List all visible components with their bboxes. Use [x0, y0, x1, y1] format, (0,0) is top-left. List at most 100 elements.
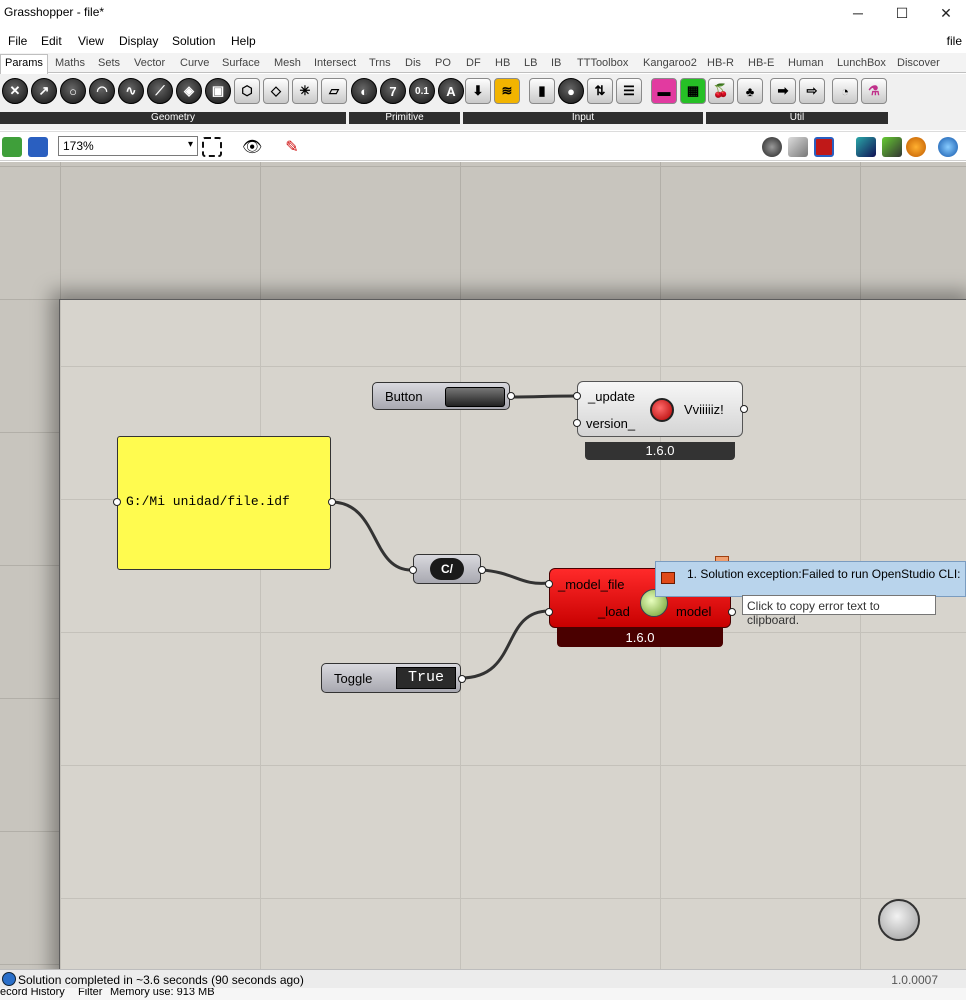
menu-help[interactable]: Help [231, 34, 256, 48]
input-port-update[interactable] [573, 392, 581, 400]
flask-icon[interactable]: ⚗ [861, 78, 887, 104]
sketch-icon[interactable]: ✎ [282, 137, 302, 157]
button-component[interactable]: Button [372, 382, 515, 410]
tab-lunchbox[interactable]: LunchBox [837, 57, 886, 69]
field-icon[interactable]: ✳ [292, 78, 318, 104]
mesh-settings-icon[interactable] [882, 137, 902, 157]
panel-output-port[interactable] [328, 498, 336, 506]
document-name[interactable]: file [947, 34, 962, 48]
open-file-icon[interactable] [2, 137, 22, 157]
vector-icon[interactable]: ↗ [31, 78, 57, 104]
preview-selected-icon[interactable] [814, 137, 834, 157]
path-input-port[interactable] [409, 566, 417, 574]
output-port-model[interactable] [728, 608, 736, 616]
path-output-port[interactable] [478, 566, 486, 574]
line-icon[interactable]: ⟋ [147, 78, 173, 104]
menu-display[interactable]: Display [119, 34, 158, 48]
gradient-icon[interactable]: ≋ [494, 78, 520, 104]
menu-view[interactable]: View [78, 34, 104, 48]
tab-intersect[interactable]: Intersect [314, 57, 356, 69]
list-icon[interactable]: ☰ [616, 78, 642, 104]
mesh-icon[interactable]: ◇ [263, 78, 289, 104]
boolean-icon[interactable]: ◐ [351, 78, 377, 104]
tab-params[interactable]: Params [0, 54, 48, 74]
box-icon[interactable]: ▣ [205, 78, 231, 104]
toggle-output-port[interactable] [458, 675, 466, 683]
close-button[interactable]: ✕ [924, 2, 966, 24]
material-icon[interactable] [906, 137, 926, 157]
menu-solution[interactable]: Solution [172, 34, 215, 48]
tab-ib[interactable]: IB [551, 57, 561, 69]
import-icon[interactable]: ⬇ [465, 78, 491, 104]
panel-input-port[interactable] [113, 498, 121, 506]
maximize-button[interactable]: ☐ [880, 2, 924, 24]
relay-icon[interactable]: ➡ [770, 78, 796, 104]
tab-discover[interactable]: Discover [897, 57, 940, 69]
zoom-extents-icon[interactable] [202, 137, 222, 157]
cherry-icon[interactable]: 🍒 [708, 78, 734, 104]
input-port-version[interactable] [573, 419, 581, 427]
number-icon[interactable]: 0.1 [409, 78, 435, 104]
path-component[interactable]: C/ [409, 554, 486, 584]
swatch-icon[interactable]: ▬ [651, 78, 677, 104]
preview-shaded-icon[interactable] [788, 137, 808, 157]
save-file-icon[interactable] [28, 137, 48, 157]
curve-icon[interactable]: ∿ [118, 78, 144, 104]
arc-icon[interactable]: ◠ [89, 78, 115, 104]
menu-file[interactable]: File [8, 34, 27, 48]
plane-icon[interactable]: ◈ [176, 78, 202, 104]
tab-df[interactable]: DF [466, 57, 481, 69]
panel-text[interactable]: G:/Mi unidad/file.idf [126, 494, 290, 509]
button-icon[interactable]: ● [558, 78, 584, 104]
version-component[interactable]: _update version_ Vviiiiiz! [573, 381, 748, 437]
toggle-icon[interactable]: ▮ [529, 78, 555, 104]
tab-surface[interactable]: Surface [222, 57, 260, 69]
toggle-value[interactable]: True [396, 667, 456, 689]
tab-sets[interactable]: Sets [98, 57, 120, 69]
tab-po[interactable]: PO [435, 57, 451, 69]
tab-tttoolbox[interactable]: TTToolbox [577, 57, 628, 69]
sphere-icon[interactable] [938, 137, 958, 157]
point-icon[interactable]: ✕ [2, 78, 28, 104]
minimize-button[interactable]: ─ [836, 2, 880, 24]
button-component-control[interactable] [445, 387, 505, 407]
surface-icon[interactable]: ▱ [321, 78, 347, 104]
menu-edit[interactable]: Edit [41, 34, 62, 48]
text-icon[interactable]: A [438, 78, 464, 104]
integer-icon[interactable]: 7 [380, 78, 406, 104]
input-port-model-file[interactable] [545, 580, 553, 588]
tab-kangaroo2[interactable]: Kangaroo2 [643, 57, 697, 69]
zoom-select[interactable]: 173% ▾ [58, 136, 198, 156]
tab-hb-e[interactable]: HB-E [748, 57, 774, 69]
output-port-vviiiiiz[interactable] [740, 405, 748, 413]
preview-wire-icon[interactable] [762, 137, 782, 157]
tree-icon[interactable]: ♣ [737, 78, 763, 104]
canvas-navigation-widget[interactable] [878, 899, 920, 941]
tab-dis[interactable]: Dis [405, 57, 421, 69]
eye-icon[interactable]: 👁 [242, 137, 262, 157]
tab-mesh[interactable]: Mesh [274, 57, 301, 69]
panel-component[interactable]: G:/Mi unidad/file.idf [113, 436, 336, 570]
tab-hb[interactable]: HB [495, 57, 510, 69]
data-dam-icon[interactable]: ◔ [832, 78, 858, 104]
circle-icon[interactable]: ○ [60, 78, 86, 104]
matrix-icon[interactable]: ▦ [680, 78, 706, 104]
grasshopper-canvas[interactable]: Button _update version_ Vviiiiiz! 1.6.0 … [0, 162, 966, 969]
toggle-component[interactable]: Toggle True [321, 663, 466, 693]
tab-maths[interactable]: Maths [55, 57, 85, 69]
record-history-label[interactable]: ecord History [0, 988, 65, 998]
slider-icon[interactable]: ⇅ [587, 78, 613, 104]
tab-trns[interactable]: Trns [369, 57, 391, 69]
tab-curve[interactable]: Curve [180, 57, 209, 69]
jump-icon[interactable]: ⇨ [799, 78, 825, 104]
error-balloon[interactable]: 1. Solution exception:Failed to run Open… [655, 561, 966, 597]
tab-vector[interactable]: Vector [134, 57, 165, 69]
bake-icon[interactable] [856, 137, 876, 157]
input-port-load[interactable] [545, 608, 553, 616]
tab-human[interactable]: Human [788, 57, 823, 69]
output-port[interactable] [507, 392, 515, 400]
brep-icon[interactable]: ⬡ [234, 78, 260, 104]
tab-hb-r[interactable]: HB-R [707, 57, 734, 69]
tab-lb[interactable]: LB [524, 57, 537, 69]
filter-label[interactable]: Filter [78, 988, 102, 998]
